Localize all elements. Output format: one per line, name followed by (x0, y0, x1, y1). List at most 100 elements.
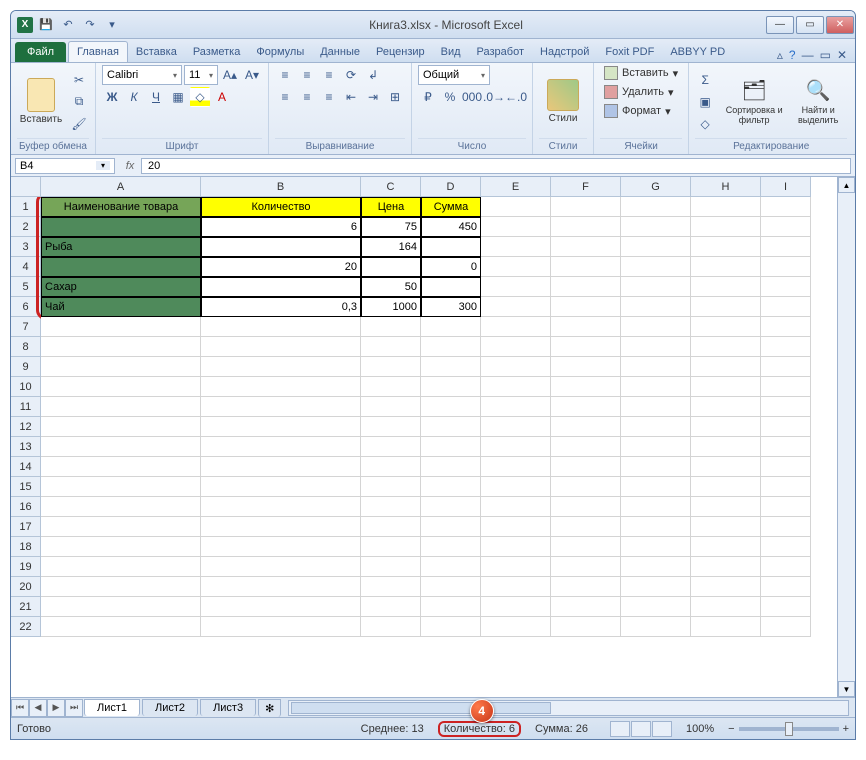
number-format-select[interactable]: Общий▾ (418, 65, 490, 85)
row-header-16[interactable]: 16 (11, 497, 41, 517)
cell-E10[interactable] (481, 377, 551, 397)
cell-C12[interactable] (361, 417, 421, 437)
cell-H15[interactable] (691, 477, 761, 497)
cell-H4[interactable] (691, 257, 761, 277)
cell-F15[interactable] (551, 477, 621, 497)
save-icon[interactable]: 💾 (37, 16, 55, 34)
cell-G11[interactable] (621, 397, 691, 417)
cell-A22[interactable] (41, 617, 201, 637)
cell-H9[interactable] (691, 357, 761, 377)
cell-A18[interactable] (41, 537, 201, 557)
cell-H19[interactable] (691, 557, 761, 577)
cell-F10[interactable] (551, 377, 621, 397)
cell-D20[interactable] (421, 577, 481, 597)
sheet-prev-icon[interactable]: ◀ (29, 699, 47, 717)
cell-B17[interactable] (201, 517, 361, 537)
cell-H5[interactable] (691, 277, 761, 297)
cell-I14[interactable] (761, 457, 811, 477)
cell-A5[interactable]: Сахар (41, 277, 201, 297)
sheet-last-icon[interactable]: ⏭ (65, 699, 83, 717)
tab-insert[interactable]: Вставка (128, 42, 185, 62)
cell-H18[interactable] (691, 537, 761, 557)
cell-F18[interactable] (551, 537, 621, 557)
cell-I22[interactable] (761, 617, 811, 637)
cell-D8[interactable] (421, 337, 481, 357)
cell-I20[interactable] (761, 577, 811, 597)
sheet-tab-1[interactable]: Лист1 (84, 699, 140, 716)
cell-D17[interactable] (421, 517, 481, 537)
view-pagebreak-icon[interactable] (652, 721, 672, 737)
cell-F1[interactable] (551, 197, 621, 217)
cell-F12[interactable] (551, 417, 621, 437)
tab-foxit[interactable]: Foxit PDF (597, 42, 662, 62)
cell-H7[interactable] (691, 317, 761, 337)
cell-H12[interactable] (691, 417, 761, 437)
cell-G2[interactable] (621, 217, 691, 237)
cell-H11[interactable] (691, 397, 761, 417)
cell-B18[interactable] (201, 537, 361, 557)
cell-A1[interactable]: Наименование товара (41, 197, 201, 217)
cell-E9[interactable] (481, 357, 551, 377)
align-right-icon[interactable]: ≡ (319, 87, 339, 107)
percent-icon[interactable]: % (440, 87, 460, 107)
cell-C21[interactable] (361, 597, 421, 617)
cell-A11[interactable] (41, 397, 201, 417)
cell-E6[interactable] (481, 297, 551, 317)
cell-H3[interactable] (691, 237, 761, 257)
namebox-dropdown-icon[interactable]: ▾ (96, 161, 110, 170)
insert-cells-button[interactable]: Вставить ▾ (600, 65, 682, 81)
row-header-13[interactable]: 13 (11, 437, 41, 457)
italic-icon[interactable]: К (124, 87, 144, 107)
format-cells-button[interactable]: Формат ▾ (600, 103, 675, 119)
row-header-5[interactable]: 5 (11, 277, 41, 297)
cell-B8[interactable] (201, 337, 361, 357)
cell-G21[interactable] (621, 597, 691, 617)
align-middle-icon[interactable]: ≡ (297, 65, 317, 85)
align-center-icon[interactable]: ≡ (297, 87, 317, 107)
cut-icon[interactable]: ✂ (69, 70, 89, 90)
cell-F8[interactable] (551, 337, 621, 357)
col-header-B[interactable]: B (201, 177, 361, 197)
tab-addins[interactable]: Надстрой (532, 42, 597, 62)
cell-H10[interactable] (691, 377, 761, 397)
cell-H1[interactable] (691, 197, 761, 217)
row-header-14[interactable]: 14 (11, 457, 41, 477)
cell-I18[interactable] (761, 537, 811, 557)
cell-A13[interactable] (41, 437, 201, 457)
cell-D16[interactable] (421, 497, 481, 517)
paste-button[interactable]: Вставить (17, 69, 65, 135)
cell-H8[interactable] (691, 337, 761, 357)
copy-icon[interactable]: ⧉ (69, 92, 89, 112)
cell-B19[interactable] (201, 557, 361, 577)
font-color-icon[interactable]: A (212, 87, 232, 107)
cell-G3[interactable] (621, 237, 691, 257)
grow-font-icon[interactable]: A▴ (220, 65, 240, 85)
tab-view[interactable]: Вид (433, 42, 469, 62)
qat-dropdown-icon[interactable]: ▾ (103, 16, 121, 34)
cell-C14[interactable] (361, 457, 421, 477)
doc-max-icon[interactable]: ▭ (820, 48, 831, 62)
cell-H6[interactable] (691, 297, 761, 317)
fill-color-icon[interactable]: ◇ (190, 87, 210, 107)
cell-I2[interactable] (761, 217, 811, 237)
cell-F9[interactable] (551, 357, 621, 377)
row-header-7[interactable]: 7 (11, 317, 41, 337)
cell-D10[interactable] (421, 377, 481, 397)
cell-D7[interactable] (421, 317, 481, 337)
cell-G7[interactable] (621, 317, 691, 337)
cell-F16[interactable] (551, 497, 621, 517)
row-header-22[interactable]: 22 (11, 617, 41, 637)
align-left-icon[interactable]: ≡ (275, 87, 295, 107)
cell-H22[interactable] (691, 617, 761, 637)
cell-C9[interactable] (361, 357, 421, 377)
cell-G19[interactable] (621, 557, 691, 577)
cell-A15[interactable] (41, 477, 201, 497)
minimize-ribbon-icon[interactable]: ▵ (777, 48, 783, 62)
cell-A14[interactable] (41, 457, 201, 477)
cell-A12[interactable] (41, 417, 201, 437)
sort-filter-button[interactable]: 🗂 Сортировка и фильтр (723, 69, 785, 135)
col-header-D[interactable]: D (421, 177, 481, 197)
clear-icon[interactable]: ◇ (695, 114, 715, 134)
styles-button[interactable]: Стили (539, 69, 587, 135)
cell-C16[interactable] (361, 497, 421, 517)
